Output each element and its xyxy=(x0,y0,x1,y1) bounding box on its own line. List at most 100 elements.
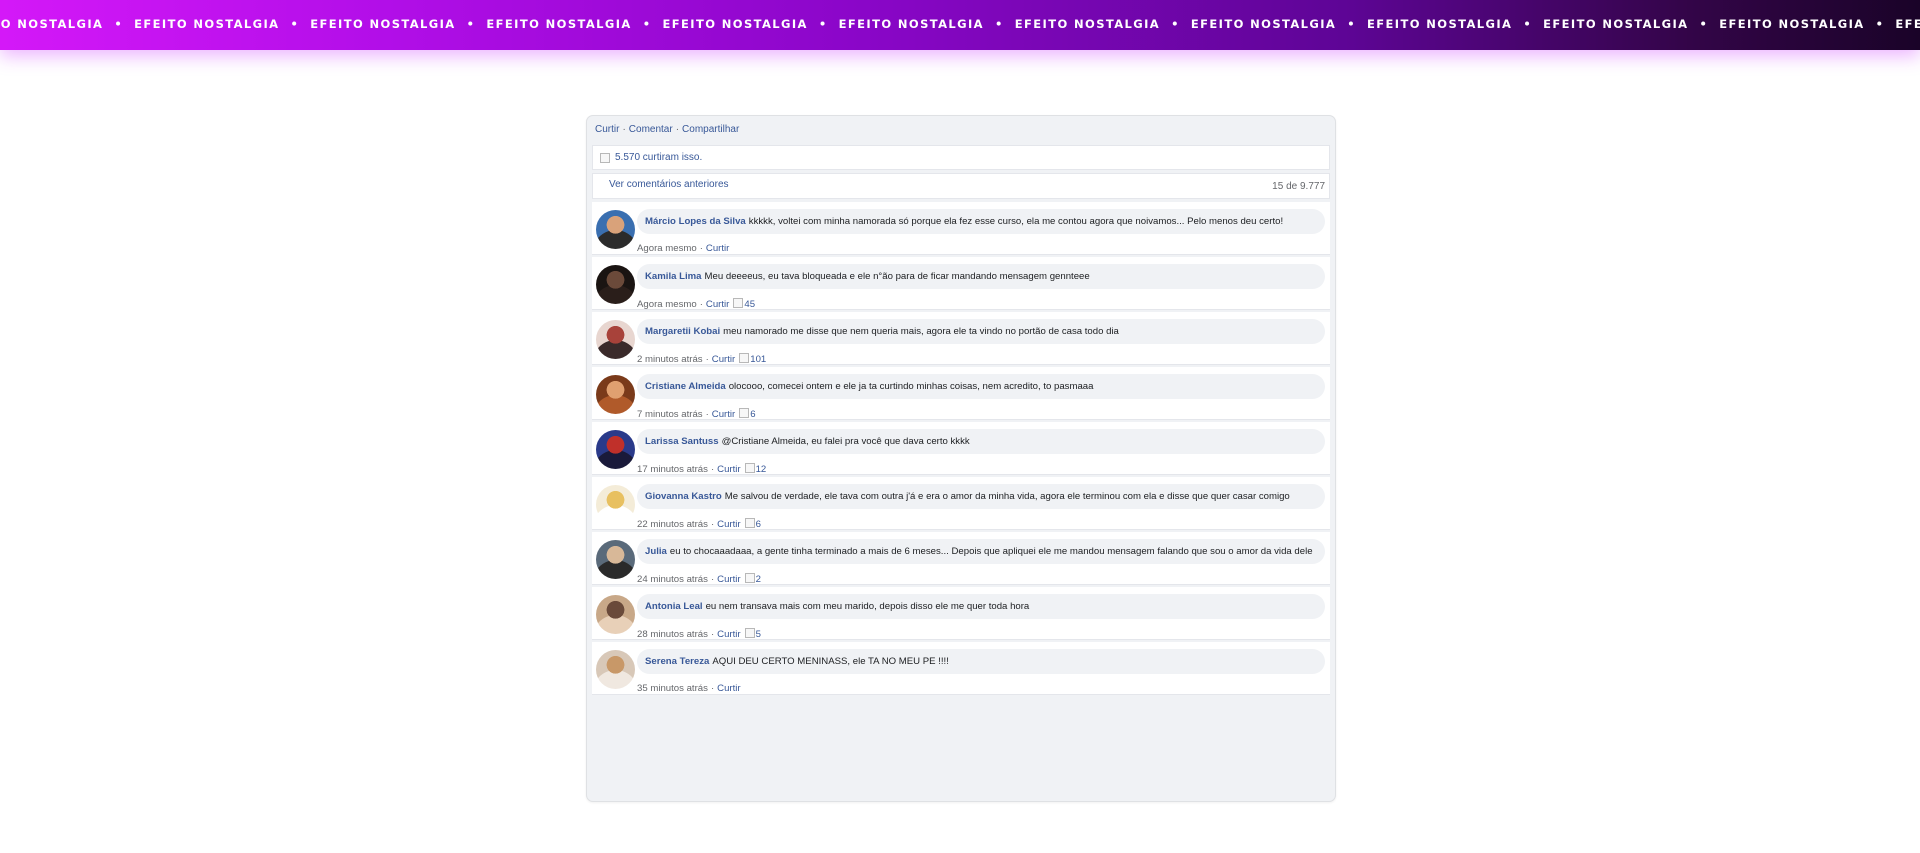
comment-like-link[interactable]: Curtir xyxy=(717,629,740,640)
comment-meta: 17 minutos atrás · Curtir 12 xyxy=(637,463,766,476)
avatar[interactable] xyxy=(596,265,635,304)
comment-post-link[interactable]: Comentar xyxy=(629,124,673,135)
banner-text: EFEITO NOSTALGIA xyxy=(1719,17,1865,31)
comment-timestamp[interactable]: 7 minutos atrás xyxy=(637,409,703,420)
likes-count-link[interactable]: 5.570 curtiram isso. xyxy=(615,152,702,164)
comment-timestamp[interactable]: 28 minutos atrás xyxy=(637,629,708,640)
reaction-icon xyxy=(744,463,755,473)
comment-author-link[interactable]: Kamila Lima xyxy=(645,271,702,282)
banner-text: EFEITO NOSTALGIA xyxy=(1367,17,1513,31)
reaction-count[interactable]: 6 xyxy=(756,519,761,530)
comment-meta: Agora mesmo · Curtir 45 xyxy=(637,298,755,311)
comment-meta: 24 minutos atrás · Curtir 2 xyxy=(637,573,761,586)
comment-author-link[interactable]: Serena Tereza xyxy=(645,656,709,667)
comment-item: Antonia Leal eu nem transava mais com meu… xyxy=(592,587,1330,640)
avatar[interactable] xyxy=(596,210,635,249)
comment-meta: Agora mesmo · Curtir xyxy=(637,243,729,255)
avatar[interactable] xyxy=(596,430,635,469)
like-icon xyxy=(600,153,610,163)
avatar[interactable] xyxy=(596,595,635,634)
comment-like-link[interactable]: Curtir xyxy=(717,574,740,585)
avatar[interactable] xyxy=(596,320,635,359)
separator: · xyxy=(705,409,709,420)
comment-like-link[interactable]: Curtir xyxy=(717,519,740,530)
reaction-icon xyxy=(733,298,744,308)
comment-timestamp[interactable]: Agora mesmo xyxy=(637,243,697,254)
comment-meta: 2 minutos atrás · Curtir 101 xyxy=(637,353,766,366)
comment-timestamp[interactable]: Agora mesmo xyxy=(637,299,697,310)
comment-like-link[interactable]: Curtir xyxy=(717,464,740,475)
comment-meta: 7 minutos atrás · Curtir 6 xyxy=(637,408,756,421)
comment-timestamp[interactable]: 24 minutos atrás xyxy=(637,574,708,585)
banner-text: EFEITO NOSTALGIA xyxy=(0,17,104,31)
banner-text: EFEITO NOSTALGIA xyxy=(134,17,280,31)
comment-item: Cristiane Almeida olocooo, comecei ontem … xyxy=(592,367,1330,420)
comment-timestamp[interactable]: 22 minutos atrás xyxy=(637,519,708,530)
banner-separator: • xyxy=(1699,17,1709,31)
separator: · xyxy=(710,629,715,640)
like-post-link[interactable]: Curtir xyxy=(595,124,619,135)
comment-author-link[interactable]: Antonia Leal xyxy=(645,601,703,612)
comment-bubble: Kamila Lima Meu deeeeus, eu tava bloquead… xyxy=(637,264,1325,289)
banner-text: EFEITO NOSTALGIA xyxy=(1190,17,1337,31)
comment-author-link[interactable]: Julia xyxy=(645,546,667,557)
banner-text: EFEITO NOSTALGIA xyxy=(486,17,632,31)
banner-separator: • xyxy=(466,17,476,31)
comment-bubble: Márcio Lopes da Silva kkkkk, voltei com m… xyxy=(637,209,1325,234)
comment-bubble: Serena Tereza AQUI DEU CERTO MENINASS, el… xyxy=(637,649,1325,674)
comment-author-link[interactable]: Márcio Lopes da Silva xyxy=(645,216,746,227)
view-previous-comments-link[interactable]: Ver comentários anteriores xyxy=(609,179,729,191)
likes-summary: 5.570 curtiram isso. xyxy=(592,145,1330,170)
comment-meta: 22 minutos atrás · Curtir 6 xyxy=(637,518,761,531)
comment-text: @Cristiane Almeida, eu falei pra você qu… xyxy=(721,436,970,447)
comment-author-link[interactable]: Margaretii Kobai xyxy=(645,326,720,337)
comment-like-link[interactable]: Curtir xyxy=(706,299,729,310)
comment-count: 15 de 9.777 xyxy=(1272,181,1325,192)
avatar[interactable] xyxy=(596,485,635,524)
reaction-count[interactable]: 45 xyxy=(744,299,755,310)
comment-timestamp[interactable]: 2 minutos atrás xyxy=(637,354,703,365)
comment-like-link[interactable]: Curtir xyxy=(712,409,735,420)
comment-bubble: Margaretii Kobai meu namorado me disse qu… xyxy=(637,319,1325,344)
comment-like-link[interactable]: Curtir xyxy=(712,354,735,365)
comment-author-link[interactable]: Larissa Santuss xyxy=(645,436,719,447)
comment-item: Márcio Lopes da Silva kkkkk, voltei com m… xyxy=(592,202,1330,255)
avatar[interactable] xyxy=(596,375,635,414)
comment-author-link[interactable]: Giovanna Kastro xyxy=(645,491,722,502)
reaction-count[interactable]: 2 xyxy=(756,574,761,585)
comment-item: Kamila Lima Meu deeeeus, eu tava bloquead… xyxy=(592,257,1330,310)
comment-item: Giovanna Kastro Me salvou de verdade, ele… xyxy=(592,477,1330,530)
comment-list: Márcio Lopes da Silva kkkkk, voltei com m… xyxy=(592,202,1330,697)
banner-separator: • xyxy=(290,17,300,31)
comment-meta: 35 minutos atrás · Curtir xyxy=(637,683,741,695)
separator: · xyxy=(710,464,715,475)
reaction-icon xyxy=(739,408,750,418)
separator: · xyxy=(699,243,703,254)
reaction-count[interactable]: 12 xyxy=(756,464,767,475)
facebook-comments-widget: Curtir · Comentar · Compartilhar 5.570 curti… xyxy=(586,115,1336,802)
avatar[interactable] xyxy=(596,650,635,689)
reaction-icon xyxy=(744,628,755,638)
comment-like-link[interactable]: Curtir xyxy=(706,243,729,254)
reaction-count[interactable]: 6 xyxy=(750,409,755,420)
comment-text: kkkkk, voltei com minha namorada só porq… xyxy=(748,216,1284,227)
reaction-count[interactable]: 5 xyxy=(756,629,761,640)
comment-author-link[interactable]: Cristiane Almeida xyxy=(645,381,726,392)
reaction-icon xyxy=(744,573,755,583)
comment-item: Larissa Santuss @Cristiane Almeida, eu fa… xyxy=(592,422,1330,475)
comment-timestamp[interactable]: 35 minutos atrás xyxy=(637,683,708,694)
comment-text: olocooo, comecei ontem e ele ja ta curti… xyxy=(728,381,1094,392)
share-post-link[interactable]: Compartilhar xyxy=(682,124,739,135)
banner-text: EFEITO NOSTALGIA xyxy=(1543,17,1689,31)
avatar[interactable] xyxy=(596,540,635,579)
comment-text: Me salvou de verdade, ele tava com outra… xyxy=(724,491,1290,502)
comment-text: AQUI DEU CERTO MENINASS, ele TA NO MEU P… xyxy=(712,656,949,667)
separator: · xyxy=(699,299,703,310)
comment-timestamp[interactable]: 17 minutos atrás xyxy=(637,464,708,475)
reaction-icon xyxy=(744,518,755,528)
banner-text: EFEITO NOSTALGIA xyxy=(310,17,456,31)
reaction-count[interactable]: 101 xyxy=(750,354,766,365)
banner-text: EFEITO NOSTALGIA xyxy=(662,17,808,31)
comment-like-link[interactable]: Curtir xyxy=(717,683,740,694)
reaction-icon xyxy=(739,353,750,363)
